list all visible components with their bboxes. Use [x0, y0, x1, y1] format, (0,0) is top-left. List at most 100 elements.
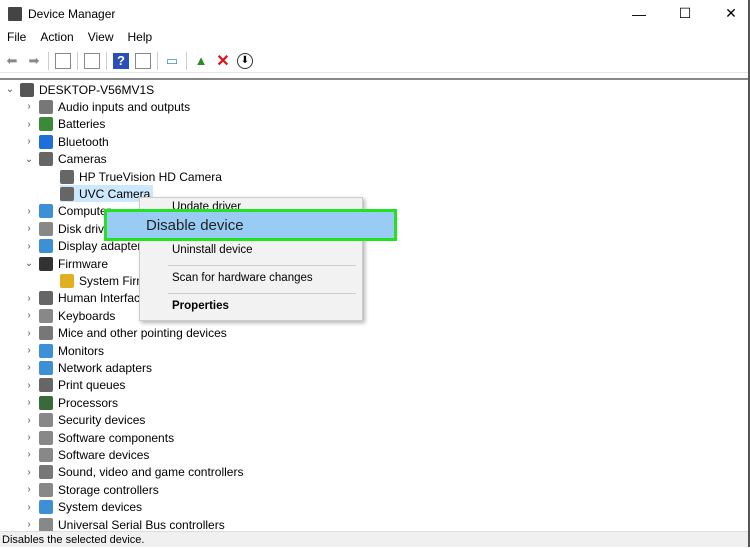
- menu-action[interactable]: Action: [33, 30, 80, 44]
- back-icon[interactable]: ⬅: [4, 53, 20, 69]
- tree-item-label: Processors: [58, 395, 119, 410]
- device-icon: [39, 204, 53, 219]
- menu-help[interactable]: Help: [121, 30, 160, 44]
- update-driver-icon[interactable]: ▲: [193, 53, 209, 69]
- tree-item[interactable]: › Processors: [23, 394, 118, 411]
- device-icon: [39, 517, 53, 531]
- tree-item[interactable]: › System devices: [23, 499, 142, 516]
- tree-item[interactable]: › Monitors: [23, 342, 104, 359]
- tree-item-label: Print queues: [58, 378, 126, 393]
- tree-item-label: Software devices: [58, 447, 150, 462]
- tree-item[interactable]: › Software devices: [23, 446, 149, 463]
- tree-item-label: DESKTOP-V56MV1S: [39, 82, 155, 97]
- tree-item[interactable]: › Audio inputs and outputs: [23, 98, 190, 115]
- tree-item[interactable]: › Mice and other pointing devices: [23, 325, 227, 342]
- chevron-right-icon[interactable]: ›: [23, 432, 35, 443]
- show-hide-tree-icon[interactable]: [55, 52, 71, 69]
- tree-item-label: Storage controllers: [58, 482, 159, 497]
- chevron-right-icon[interactable]: ›: [23, 241, 35, 252]
- menu-view[interactable]: View: [81, 30, 121, 44]
- menu-disable-device[interactable]: Disable device: [104, 209, 397, 241]
- tree-item-label: Monitors: [58, 343, 105, 358]
- help-icon[interactable]: ?: [113, 52, 129, 69]
- action-icon[interactable]: [135, 52, 151, 69]
- menu-file[interactable]: File: [0, 30, 33, 44]
- tree-item[interactable]: › Security devices: [23, 412, 145, 429]
- tree-item[interactable]: › Computer: [23, 203, 111, 220]
- minimize-button[interactable]: —: [616, 0, 662, 27]
- chevron-right-icon[interactable]: ›: [23, 484, 35, 495]
- chevron-right-icon[interactable]: ›: [23, 380, 35, 391]
- tree-item[interactable]: › Bluetooth: [23, 133, 109, 150]
- device-icon: [39, 99, 53, 114]
- menu-bar: File Action View Help: [0, 27, 159, 47]
- device-icon: [39, 134, 53, 149]
- chevron-right-icon[interactable]: ›: [23, 519, 35, 530]
- tree-item[interactable]: › Sound, video and game controllers: [23, 464, 243, 481]
- tree-item[interactable]: › Print queues: [23, 377, 125, 394]
- tree-item-label: HP TrueVision HD Camera: [79, 169, 222, 184]
- chevron-down-icon[interactable]: ⌄: [4, 84, 16, 95]
- device-icon: [39, 395, 53, 410]
- menu-uninstall-device[interactable]: Uninstall device: [172, 244, 253, 256]
- device-icon: [39, 447, 53, 462]
- chevron-right-icon[interactable]: ›: [23, 502, 35, 513]
- tree-item-label: Network adapters: [58, 360, 153, 375]
- tree-item[interactable]: ⌄ Cameras: [23, 151, 107, 168]
- device-icon: [39, 256, 53, 271]
- device-icon: [39, 308, 53, 323]
- chevron-right-icon[interactable]: ›: [23, 310, 35, 321]
- device-icon: [60, 169, 74, 184]
- tree-item-label: Keyboards: [58, 308, 116, 323]
- properties-icon[interactable]: [84, 52, 100, 69]
- device-manager-icon: [8, 6, 22, 21]
- uninstall-icon[interactable]: ✕: [215, 53, 231, 70]
- chevron-right-icon[interactable]: ›: [23, 223, 35, 234]
- device-icon: [20, 82, 34, 97]
- device-icon: [39, 343, 53, 358]
- chevron-right-icon[interactable]: ›: [23, 415, 35, 426]
- tree-item[interactable]: › Keyboards: [23, 307, 115, 324]
- device-icon: [39, 221, 53, 236]
- chevron-right-icon[interactable]: ›: [23, 345, 35, 356]
- chevron-right-icon[interactable]: ›: [23, 206, 35, 217]
- device-icon: [39, 117, 53, 132]
- tree-item[interactable]: HP TrueVision HD Camera: [60, 168, 222, 185]
- tree-item-label: Firmware: [58, 256, 108, 271]
- chevron-right-icon[interactable]: ›: [23, 136, 35, 147]
- chevron-right-icon[interactable]: ›: [23, 362, 35, 373]
- chevron-right-icon[interactable]: ›: [23, 449, 35, 460]
- menu-properties[interactable]: Properties: [172, 300, 229, 312]
- forward-icon[interactable]: ➡: [26, 53, 42, 69]
- tree-item[interactable]: ⌄ Firmware: [23, 255, 108, 272]
- disable-icon[interactable]: ⬇: [237, 52, 253, 69]
- chevron-right-icon[interactable]: ›: [23, 119, 35, 130]
- chevron-down-icon[interactable]: ⌄: [23, 154, 35, 165]
- tree-item[interactable]: › Batteries: [23, 116, 105, 133]
- chevron-down-icon[interactable]: ⌄: [23, 258, 35, 269]
- device-icon: [39, 465, 53, 480]
- scan-hardware-icon[interactable]: ▭: [164, 53, 180, 69]
- chevron-right-icon[interactable]: ›: [23, 467, 35, 478]
- tree-item[interactable]: ⌄ DESKTOP-V56MV1S: [4, 81, 154, 98]
- tree-item-label: Display adapters: [58, 239, 148, 254]
- chevron-right-icon[interactable]: ›: [23, 101, 35, 112]
- tree-item[interactable]: › Universal Serial Bus controllers: [23, 516, 225, 531]
- tree-item-label: Sound, video and game controllers: [58, 465, 244, 480]
- chevron-right-icon[interactable]: ›: [23, 293, 35, 304]
- menu-scan-hardware[interactable]: Scan for hardware changes: [172, 272, 313, 284]
- tree-item[interactable]: › Disk drives: [23, 220, 117, 237]
- tree-item[interactable]: › Network adapters: [23, 359, 152, 376]
- window-title: Device Manager: [28, 6, 116, 21]
- tree-item[interactable]: › Software components: [23, 429, 174, 446]
- device-icon: [39, 152, 53, 167]
- maximize-button[interactable]: ☐: [662, 0, 708, 27]
- status-bar: Disables the selected device.: [0, 531, 750, 547]
- close-button[interactable]: ✕: [708, 0, 750, 27]
- tree-item[interactable]: › Storage controllers: [23, 481, 159, 498]
- tree-item-label: Universal Serial Bus controllers: [58, 517, 225, 532]
- chevron-right-icon[interactable]: ›: [23, 328, 35, 339]
- tree-item-label: Cameras: [58, 152, 107, 167]
- chevron-right-icon[interactable]: ›: [23, 397, 35, 408]
- device-tree: ⌄ DESKTOP-V56MV1S › Audio inputs and output…: [0, 78, 748, 531]
